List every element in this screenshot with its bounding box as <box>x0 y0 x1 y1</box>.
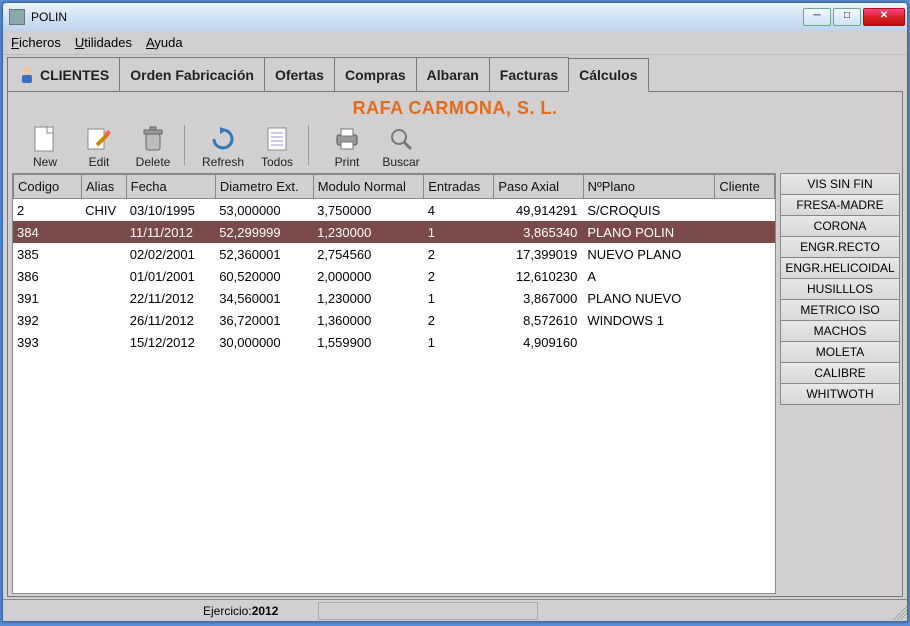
category-corona[interactable]: CORONA <box>780 215 900 237</box>
todos-button[interactable]: Todos <box>250 125 304 169</box>
close-button[interactable] <box>863 8 905 26</box>
new-button[interactable]: New <box>18 125 72 169</box>
toolbar: New Edit Delete Refresh Todos <box>8 123 902 171</box>
category-vis-sin-fin[interactable]: VIS SIN FIN <box>780 173 900 195</box>
col-header[interactable]: Cliente <box>715 175 775 199</box>
category-calibre[interactable]: CALIBRE <box>780 362 900 384</box>
col-header[interactable]: Paso Axial <box>494 175 583 199</box>
window-title: POLIN <box>31 10 803 24</box>
category-engr-helicoidal[interactable]: ENGR.HELICOIDAL <box>780 257 900 279</box>
col-header[interactable]: Diametro Ext. <box>215 175 313 199</box>
status-bar: Ejercicio: 2012 <box>3 599 907 621</box>
category-moleta[interactable]: MOLETA <box>780 341 900 363</box>
person-icon <box>18 66 36 84</box>
toolbar-separator <box>184 125 192 165</box>
edit-button[interactable]: Edit <box>72 125 126 169</box>
menu-ficheros[interactable]: Ficheros <box>11 35 61 50</box>
refresh-button[interactable]: Refresh <box>196 125 250 169</box>
app-icon <box>9 9 25 25</box>
status-cell <box>318 602 538 620</box>
col-header[interactable]: Alias <box>82 175 127 199</box>
data-grid[interactable]: CodigoAliasFechaDiametro Ext.Modulo Norm… <box>12 173 776 594</box>
minimize-button[interactable] <box>803 8 831 26</box>
ejercicio-label: Ejercicio: <box>203 604 252 618</box>
table-row[interactable]: 39226/11/201236,7200011,36000028,572610W… <box>13 309 775 331</box>
maximize-button[interactable] <box>833 8 861 26</box>
category-buttons: VIS SIN FINFRESA-MADRECORONAENGR.RECTOEN… <box>778 171 902 596</box>
table-row[interactable]: 38411/11/201252,2999991,23000013,865340P… <box>13 221 775 243</box>
tab-ofertas[interactable]: Ofertas <box>264 57 335 91</box>
col-header[interactable]: NºPlano <box>583 175 715 199</box>
tab-strip: CLIENTESOrden FabricaciónOfertasComprasA… <box>7 57 903 91</box>
category-machos[interactable]: MACHOS <box>780 320 900 342</box>
col-header[interactable]: Codigo <box>14 175 82 199</box>
delete-icon <box>139 125 167 153</box>
company-title: RAFA CARMONA, S. L. <box>8 92 902 123</box>
print-icon <box>333 125 361 153</box>
toolbar-separator <box>308 125 316 165</box>
category-metrico-iso[interactable]: METRICO ISO <box>780 299 900 321</box>
print-button[interactable]: Print <box>320 125 374 169</box>
tab-orden-fabricaci-n[interactable]: Orden Fabricación <box>119 57 265 91</box>
menu-utilidades[interactable]: Utilidades <box>75 35 132 50</box>
delete-button[interactable]: Delete <box>126 125 180 169</box>
ejercicio-value: 2012 <box>252 604 279 618</box>
tab-compras[interactable]: Compras <box>334 57 417 91</box>
tab-facturas[interactable]: Facturas <box>489 57 569 91</box>
todos-icon <box>263 125 291 153</box>
tab-albaran[interactable]: Albaran <box>416 57 490 91</box>
table-row[interactable]: 39315/12/201230,0000001,55990014,909160 <box>13 331 775 353</box>
new-icon <box>31 125 59 153</box>
title-bar[interactable]: POLIN <box>3 3 907 31</box>
category-engr-recto[interactable]: ENGR.RECTO <box>780 236 900 258</box>
main-window: POLIN Ficheros Utilidades Ayuda CLIENTES… <box>2 2 908 622</box>
category-whitwoth[interactable]: WHITWOTH <box>780 383 900 405</box>
menu-bar: Ficheros Utilidades Ayuda <box>3 31 907 55</box>
resize-grip[interactable] <box>889 602 907 620</box>
category-husilllos[interactable]: HUSILLLOS <box>780 278 900 300</box>
col-header[interactable]: Entradas <box>424 175 494 199</box>
tab-c-lculos[interactable]: Cálculos <box>568 58 648 92</box>
table-row[interactable]: 39122/11/201234,5600011,23000013,867000P… <box>13 287 775 309</box>
table-row[interactable]: 2CHIV03/10/199553,0000003,750000449,9142… <box>13 199 775 221</box>
tab-clientes[interactable]: CLIENTES <box>7 57 120 91</box>
category-fresa-madre[interactable]: FRESA-MADRE <box>780 194 900 216</box>
table-row[interactable]: 38601/01/200160,5200002,000000212,610230… <box>13 265 775 287</box>
col-header[interactable]: Modulo Normal <box>313 175 424 199</box>
table-row[interactable]: 38502/02/200152,3600012,754560217,399019… <box>13 243 775 265</box>
refresh-icon <box>209 125 237 153</box>
col-header[interactable]: Fecha <box>126 175 215 199</box>
search-icon <box>387 125 415 153</box>
buscar-button[interactable]: Buscar <box>374 125 428 169</box>
edit-icon <box>85 125 113 153</box>
menu-ayuda[interactable]: Ayuda <box>146 35 183 50</box>
